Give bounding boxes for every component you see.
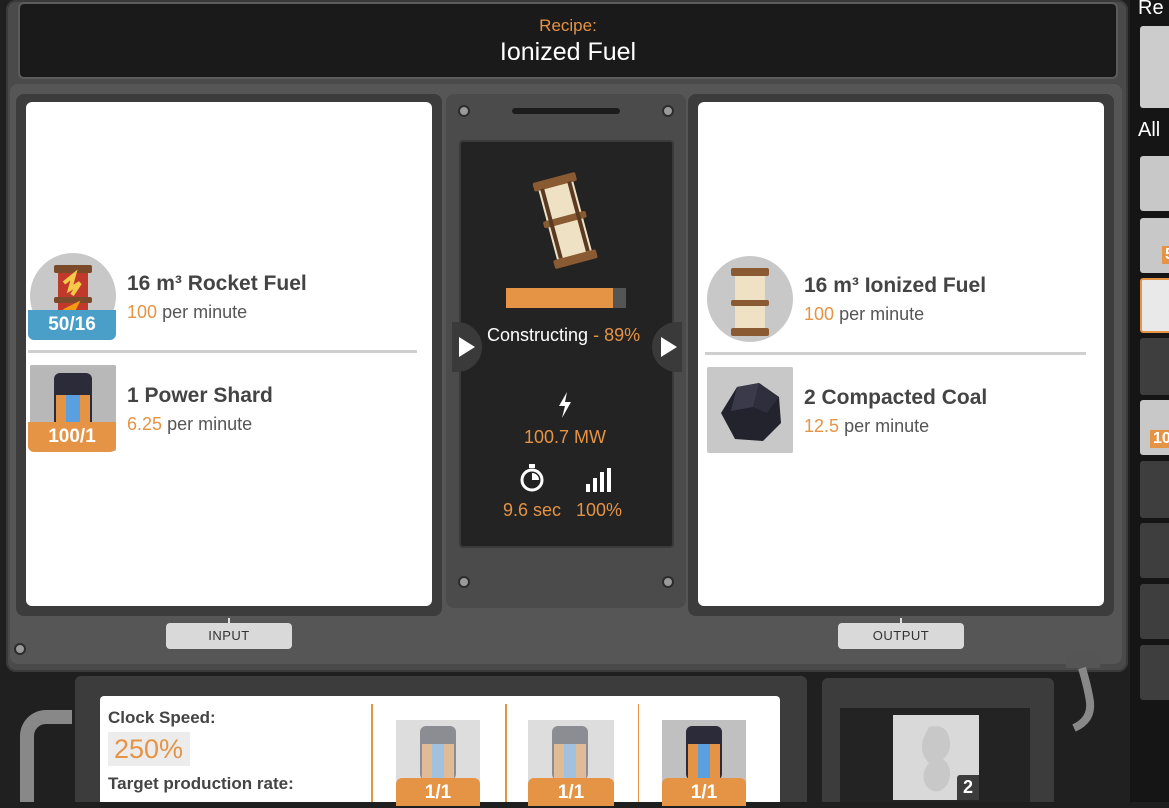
divider	[28, 350, 417, 353]
output-item-rate: 12.5 per minute	[804, 416, 929, 437]
machine-status: Constructing - 89%	[487, 325, 640, 346]
recipe-label: Recipe:	[539, 16, 597, 35]
input-tab[interactable]: INPUT	[166, 623, 292, 649]
output-item-name: 2 Compacted Coal	[804, 386, 988, 409]
overclock-panel: Clock Speed: 250% Target production rate…	[100, 696, 780, 806]
input-rate-suffix: per minute	[162, 302, 248, 322]
output-panel: 16 m³ Ionized Fuel 100 per minute 2 Comp…	[698, 102, 1104, 606]
input-panel: 50/16 16 m³ Rocket Fuel 100 per minute 1…	[26, 102, 432, 606]
play-icon	[459, 337, 475, 357]
input-rate-value: 100	[127, 302, 158, 322]
status-text: Constructing	[487, 325, 589, 345]
power-shard-slot[interactable]: 1/1	[662, 720, 746, 806]
recipe-slot[interactable]	[1140, 584, 1169, 639]
progress-bar	[506, 288, 626, 308]
power-usage: 100.7 MW	[524, 427, 607, 447]
target-rate-label: Target production rate:	[108, 774, 294, 793]
output-tab[interactable]: OUTPUT	[838, 623, 964, 649]
slot-badge: 5	[1162, 246, 1169, 264]
play-icon	[661, 337, 677, 357]
screw-icon	[662, 105, 674, 117]
divider	[505, 704, 507, 802]
clock-speed-input[interactable]: 250%	[108, 732, 190, 766]
productivity: 100%	[576, 500, 623, 520]
input-item-rate: 100 per minute	[127, 302, 247, 323]
recipe-sidebar: Re All 5 10	[1130, 0, 1169, 802]
pipe-icon	[1062, 654, 1102, 732]
input-rate-value: 6.25	[127, 414, 163, 434]
output-rate-suffix: per minute	[839, 304, 925, 324]
divider	[638, 704, 639, 802]
output-item-rate: 100 per minute	[804, 304, 924, 325]
output-rate-suffix: per minute	[844, 416, 930, 436]
status-separator: -	[588, 325, 605, 345]
progress-fill	[506, 288, 613, 308]
cycle-time: 9.6 sec	[503, 500, 562, 520]
output-rate-value: 12.5	[804, 416, 840, 436]
power-icon	[557, 392, 573, 423]
recipes-label: Re	[1138, 0, 1164, 19]
all-recipes-label: All	[1138, 119, 1161, 141]
screw-icon	[458, 105, 470, 117]
ionized-fuel-icon	[707, 256, 793, 342]
recipe-slot-active[interactable]	[1140, 278, 1169, 333]
power-shard-badge: 100/1	[28, 422, 116, 452]
input-item-name: 16 m³ Rocket Fuel	[127, 272, 307, 295]
screw-icon	[14, 643, 26, 655]
screw-icon	[662, 576, 674, 588]
selected-recipe-slot[interactable]	[1140, 26, 1169, 108]
compacted-coal-icon	[707, 367, 793, 453]
recipe-slot[interactable]	[1140, 461, 1169, 518]
recipe-header: Recipe: Ionized Fuel	[18, 2, 1118, 79]
status-percent: 89%	[604, 325, 641, 345]
input-item-rate: 6.25 per minute	[127, 414, 252, 435]
output-rate-value: 100	[804, 304, 835, 324]
recipe-slot[interactable]	[1140, 338, 1169, 395]
screw-icon	[458, 576, 470, 588]
divider	[371, 704, 373, 802]
input-rate-suffix: per minute	[167, 414, 253, 434]
pipe-icon	[20, 710, 72, 802]
recipe-slot[interactable]: 10	[1140, 400, 1169, 455]
clock-speed-label: Clock Speed:	[108, 708, 216, 727]
recipe-slot[interactable]	[1140, 645, 1169, 700]
power-shard-slot[interactable]: 1/1	[396, 720, 480, 806]
somersloop-slot[interactable]: 2	[893, 715, 979, 800]
rocket-fuel-badge: 50/16	[28, 310, 116, 340]
somersloop-count: 2	[957, 775, 979, 800]
recipe-slot[interactable]: 5	[1140, 218, 1169, 273]
output-item-name: 16 m³ Ionized Fuel	[804, 274, 987, 297]
recipe-slot[interactable]	[1140, 523, 1169, 578]
recipe-slot[interactable]	[1140, 156, 1169, 211]
input-item-name: 1 Power Shard	[127, 384, 273, 407]
ionized-fuel-product-icon	[525, 168, 605, 272]
power-shard-slot[interactable]: 1/1	[528, 720, 614, 806]
divider	[705, 352, 1086, 355]
productivity-icon	[586, 468, 612, 497]
slot-bar	[512, 108, 620, 114]
recipe-name: Ionized Fuel	[499, 38, 637, 66]
slot-badge: 10	[1150, 430, 1169, 448]
stopwatch-icon	[519, 464, 545, 497]
